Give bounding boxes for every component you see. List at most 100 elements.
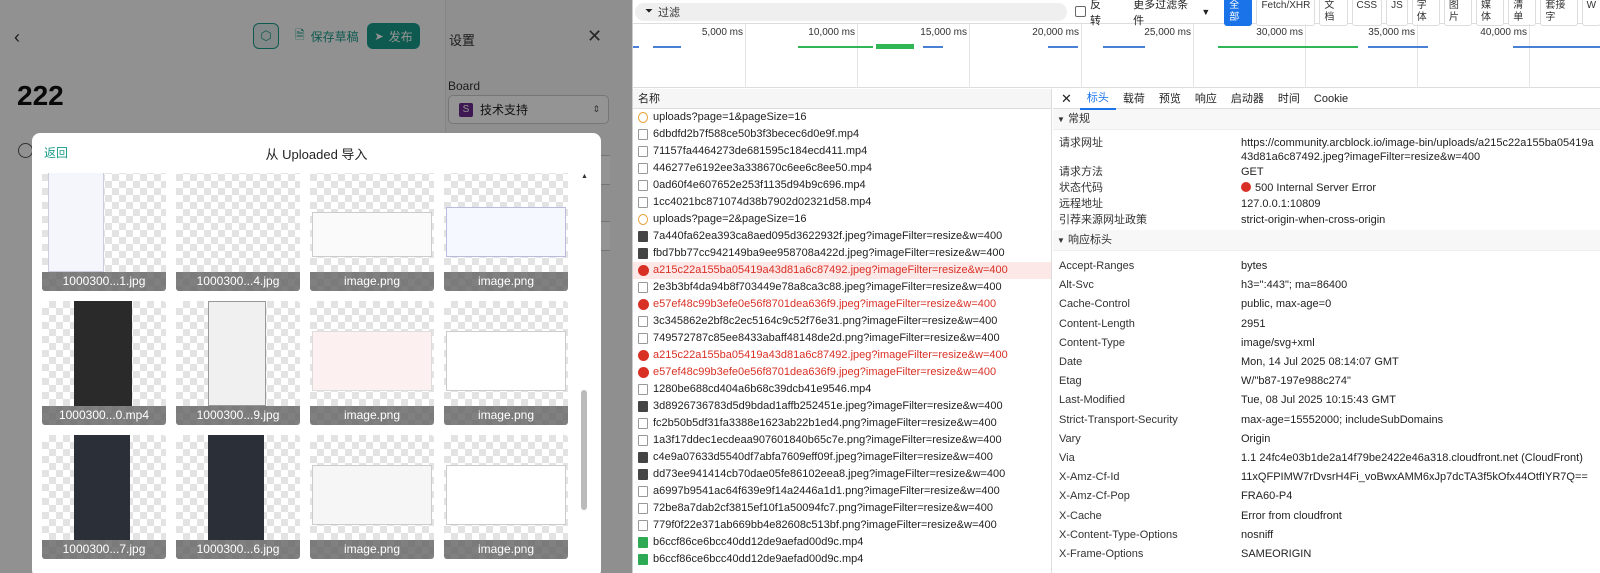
file-tile[interactable]: 1000300...6.jpg [176,435,300,559]
request-row[interactable]: e57ef48c99b3efe0e56f8701dea636f9.jpeg?im… [633,364,1051,381]
type-filter-7[interactable]: 媒体 [1476,0,1505,26]
request-row[interactable]: 6dbdfd2b7f588ce50b3f3becec6d0e9f.mp4 [633,126,1051,143]
request-row[interactable]: uploads?page=1&pageSize=16 [633,109,1051,126]
request-row[interactable]: 7a440fa62ea393ca8aed095d3622932f.jpeg?im… [633,228,1051,245]
scrollbar-thumb[interactable] [581,390,587,510]
header-key: Content-Type [1059,336,1126,349]
file-tile[interactable]: image.png [310,301,434,425]
type-filter-6[interactable]: 图片 [1443,0,1473,26]
response-header-row: Content-Type image/svg+xml [1053,336,1600,352]
detail-tab-0[interactable]: 标头 [1079,89,1116,110]
file-tile[interactable]: image.png [310,173,434,291]
file-tile[interactable]: 1000300...4.jpg [176,173,300,291]
request-row[interactable]: a215c22a155ba05419a43d81a6c87492.jpeg?im… [633,347,1051,364]
request-row[interactable]: 2e3b3bf4da94b8f703449e78a8ca3c88.jpeg?im… [633,279,1051,296]
detail-tab-1[interactable]: 载荷 [1116,89,1152,109]
type-filter-4[interactable]: JS [1386,0,1408,26]
request-row[interactable]: a215c22a155ba05419a43d81a6c87492.jpeg?im… [633,262,1051,279]
request-name: 3d8926736783d5d9bdad1affb252451e.jpeg?im… [653,400,1003,412]
close-details-icon[interactable]: ✕ [1053,89,1080,109]
detail-tab-2[interactable]: 预览 [1152,89,1188,109]
request-row[interactable]: fbd7bb77cc942149ba9ee958708a422d.jpeg?im… [633,245,1051,262]
scroll-up-icon[interactable]: ▲ [581,173,588,180]
request-row[interactable]: e57ef48c99b3efe0e56f8701dea636f9.jpeg?im… [633,296,1051,313]
request-row[interactable]: dd73ee941414cb70dae05fe86102eea8.jpeg?im… [633,466,1051,483]
file-tile[interactable]: 1000300...7.jpg [42,435,166,559]
file-tile[interactable]: 1000300...0.mp4 [42,301,166,425]
file-tile[interactable]: 1000300...9.jpg [176,301,300,425]
detail-tab-6[interactable]: Cookie [1307,89,1355,109]
type-filter-3[interactable]: CSS [1351,0,1383,26]
request-row[interactable]: 72be8a7dab2cf3815ef10f1a50094fc7.png?ima… [633,500,1051,517]
img-icon [638,486,648,497]
file-name: 1000300...0.mp4 [42,406,166,425]
request-name: a215c22a155ba05419a43d81a6c87492.jpeg?im… [653,264,1008,276]
file-tile[interactable]: image.png [444,301,568,425]
request-row[interactable]: 1a3f17ddec1ecdeaa907601840b65c7e.png?ima… [633,432,1051,449]
error-icon [638,299,649,310]
request-row[interactable]: 71157fa4464273de681595c184ecd411.mp4 [633,143,1051,160]
img-icon [638,418,648,429]
type-filter-8[interactable]: 清单 [1508,0,1537,26]
general-row: 请求网址 https://community.arcblock.io/image-… [1053,136,1600,168]
request-row[interactable]: 3d8926736783d5d9bdad1affb252451e.jpeg?im… [633,398,1051,415]
request-row[interactable]: 749572787c85ee8433abaff48148de2d.png?ima… [633,330,1051,347]
file-tile[interactable]: 1000300...1.jpg [42,173,166,291]
response-header-row: X-Content-Type-Options nosniff [1053,528,1600,544]
request-row[interactable]: c4e9a07633d5540df7abfa7609eff09f.jpeg?im… [633,449,1051,466]
request-name: 72be8a7dab2cf3815ef10f1a50094fc7.png?ima… [653,502,994,514]
name-column-header[interactable]: 名称 [633,89,1051,109]
file-name: image.png [444,272,568,291]
request-list: 名称 uploads?page=1&pageSize=16 6dbdfd2b7f5… [633,89,1052,573]
detail-tab-3[interactable]: 响应 [1188,89,1224,109]
filter-icon: ⏷ [645,6,653,17]
request-row[interactable]: b6ccf86ce6bcc40dd12de9aefad00d9c.mp4 [633,534,1051,551]
filter-input[interactable]: ⏷ 过滤 [635,2,1068,21]
request-row[interactable]: 1280be688cd404a6b68c39dcb41e9546.mp4 [633,381,1051,398]
request-row[interactable]: uploads?page=2&pageSize=16 [633,211,1051,228]
header-key: Via [1059,452,1075,464]
file-icon [638,180,648,191]
request-rows: uploads?page=1&pageSize=16 6dbdfd2b7f588c… [633,109,1051,568]
file-tile[interactable]: image.png [444,435,568,559]
request-row[interactable]: fc2b50b5df31fa3388e1623ab22b1ed4.png?ima… [633,415,1051,432]
header-key: Vary [1059,432,1081,445]
request-name: b6ccf86ce6bcc40dd12de9aefad00d9c.mp4 [653,536,864,548]
detail-tab-5[interactable]: 时间 [1271,89,1307,109]
timeline-tick-label: 20,000 ms [1032,27,1079,38]
invert-checkbox[interactable] [1075,6,1086,17]
request-row[interactable]: 779f0f22e371ab669bb4e82608c513bf.png?ima… [633,517,1051,534]
timeline-gridline [1193,24,1194,88]
file-tile[interactable]: image.png [310,435,434,559]
request-row[interactable]: 3c345862e2bf8c2ec5164c9c52f76e31.png?ima… [633,313,1051,330]
request-row[interactable]: 446277e6192ee3a338670c6ee6c8ee50.mp4 [633,160,1051,177]
header-key: 远程地址 [1059,198,1103,210]
img-dark-icon [638,248,648,259]
type-filter-5[interactable]: 字体 [1411,0,1440,26]
network-timeline[interactable]: 5,000 ms 10,000 ms 15,000 ms 20,000 ms 25,00… [633,24,1600,88]
request-row[interactable]: 1cc4021bc871074d38b7902d02321d58.mp4 [633,194,1051,211]
request-row[interactable]: 0ad60f4e607652e253f1135d94b9c696.mp4 [633,177,1051,194]
type-filter-0[interactable]: 全部 [1224,0,1253,26]
header-value: 2951 [1241,317,1266,330]
type-filter-9[interactable]: 套接字 [1540,0,1578,26]
type-filter-1[interactable]: Fetch/XHR [1256,0,1316,26]
general-row: 引荐来源网址政策 strict-origin-when-cross-origin [1053,213,1600,229]
detail-tab-4[interactable]: 启动器 [1224,89,1271,109]
header-value: nosniff [1241,528,1274,541]
devtools-network-panel: ⏷ 过滤 反转 更多过滤条件 ▼ 全部 Fetch/XHR 文档 CSS JS 字体 图片媒… [632,0,1600,573]
type-filter-2[interactable]: 文档 [1319,0,1348,26]
general-section-title: 常规 [1067,113,1090,125]
response-headers-section-header[interactable]: ▼ 响应标头 [1053,230,1600,251]
request-row[interactable]: b6ccf86ce6bcc40dd12de9aefad00d9c.mp4 [633,551,1051,568]
timeline-bar [653,46,681,48]
media-icon [638,554,648,565]
file-icon [638,163,648,174]
scrollbar[interactable]: ▲ [580,173,589,573]
timeline-bar [923,46,943,48]
request-row[interactable]: a6997b9541ac64f639e9f14a2446a1d1.png?ima… [633,483,1051,500]
response-header-row: Vary Origin [1053,432,1600,448]
type-filter-10[interactable]: W [1581,0,1600,26]
file-tile[interactable]: image.png [444,173,568,291]
general-section-header[interactable]: ▼ 常规 [1053,109,1600,130]
